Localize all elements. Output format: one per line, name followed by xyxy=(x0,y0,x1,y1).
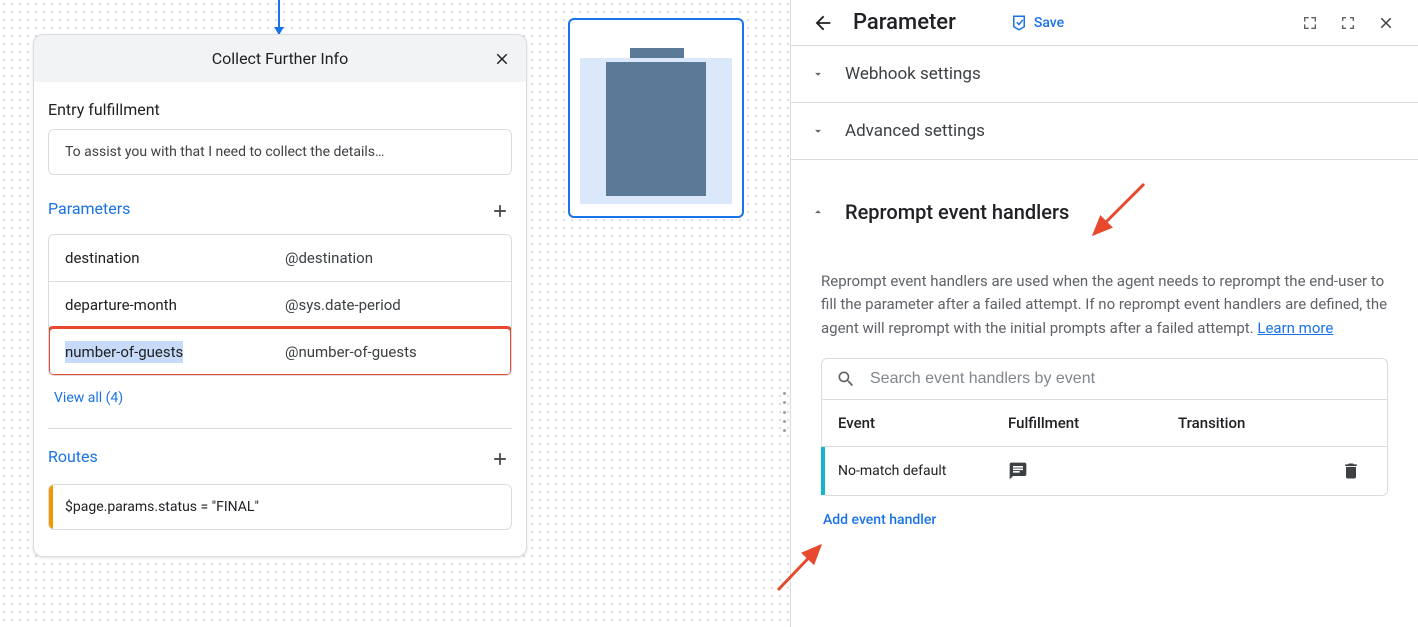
parameter-type: @destination xyxy=(285,249,373,267)
chevron-up-icon xyxy=(811,205,829,219)
route-row[interactable]: $page.params.status = "FINAL" xyxy=(49,485,511,529)
add-route-button[interactable] xyxy=(488,447,512,471)
accordion-title: Reprompt event handlers xyxy=(845,200,1069,224)
route-list: $page.params.status = "FINAL" xyxy=(48,484,512,530)
save-button[interactable]: Save xyxy=(1010,14,1064,32)
entry-fulfillment-text: To assist you with that I need to collec… xyxy=(65,144,384,160)
fulfillment-cell xyxy=(1008,461,1178,481)
plus-icon xyxy=(490,449,510,469)
entry-fulfillment-section: Entry fulfillment To assist you with tha… xyxy=(34,82,526,175)
panel-title: Parameter xyxy=(853,10,956,35)
parameter-row-selected[interactable]: number-of-guests @number-of-guests xyxy=(49,328,511,375)
flow-connector xyxy=(278,0,280,34)
panel-resize-handle[interactable] xyxy=(783,392,787,432)
plus-icon xyxy=(490,201,510,221)
parameter-panel: Parameter Save Webhook settings xyxy=(790,0,1418,627)
reprompt-accordion[interactable]: Reprompt event handlers xyxy=(791,160,1418,242)
parameter-name: destination xyxy=(65,249,285,267)
route-expression: $page.params.status = "FINAL" xyxy=(65,499,259,515)
parameters-label[interactable]: Parameters xyxy=(48,193,130,228)
page-card[interactable]: Collect Further Info Entry fulfillment T… xyxy=(33,34,527,557)
parameter-list: destination @destination departure-month… xyxy=(48,234,512,376)
save-label: Save xyxy=(1034,15,1064,31)
reprompt-description: Reprompt event handlers are used when th… xyxy=(821,250,1388,358)
trash-icon xyxy=(1341,461,1361,481)
event-name: No-match default xyxy=(838,463,1008,479)
arrow-left-icon xyxy=(812,12,834,34)
minimap[interactable] xyxy=(568,18,744,218)
close-icon xyxy=(1377,14,1395,32)
routes-label[interactable]: Routes xyxy=(48,441,98,476)
parameters-section: Parameters destination @destination depa… xyxy=(34,181,526,429)
event-handler-row[interactable]: No-match default xyxy=(822,447,1387,495)
col-transition: Transition xyxy=(1178,414,1341,432)
event-handler-table: Event Fulfillment Transition No-match de… xyxy=(821,400,1388,496)
chevron-down-icon xyxy=(811,124,829,138)
route-color-bar xyxy=(49,485,53,529)
learn-more-link[interactable]: Learn more xyxy=(1257,319,1333,337)
advanced-settings-accordion[interactable]: Advanced settings xyxy=(791,103,1418,160)
delete-handler-button[interactable] xyxy=(1341,461,1371,481)
back-button[interactable] xyxy=(811,11,835,35)
expand-icon[interactable] xyxy=(1298,11,1322,35)
close-icon[interactable] xyxy=(490,47,514,71)
chevron-down-icon xyxy=(811,67,829,81)
flow-canvas[interactable]: Collect Further Info Entry fulfillment T… xyxy=(0,0,790,627)
panel-body: Webhook settings Advanced settings Repro… xyxy=(791,46,1418,544)
event-handler-search[interactable] xyxy=(821,358,1388,400)
close-panel-button[interactable] xyxy=(1374,11,1398,35)
search-icon xyxy=(836,369,856,389)
parameter-name: departure-month xyxy=(65,296,285,314)
parameter-row[interactable]: departure-month @sys.date-period xyxy=(49,281,511,328)
entry-fulfillment-label: Entry fulfillment xyxy=(48,94,512,129)
entry-fulfillment-box[interactable]: To assist you with that I need to collec… xyxy=(48,129,512,175)
webhook-settings-accordion[interactable]: Webhook settings xyxy=(791,46,1418,103)
parameter-name: number-of-guests xyxy=(65,343,285,361)
minimap-shape xyxy=(606,62,706,196)
active-indicator xyxy=(821,447,825,495)
reprompt-section: Reprompt event handlers are used when th… xyxy=(791,242,1418,544)
parameter-type: @sys.date-period xyxy=(285,296,401,314)
save-icon xyxy=(1010,14,1028,32)
page-title: Collect Further Info xyxy=(212,49,348,68)
message-icon xyxy=(1008,461,1028,481)
table-header: Event Fulfillment Transition xyxy=(822,400,1387,447)
parameter-row[interactable]: destination @destination xyxy=(49,235,511,281)
col-event: Event xyxy=(838,414,1008,432)
routes-section: Routes $page.params.status = "FINAL" xyxy=(34,429,526,556)
parameter-type: @number-of-guests xyxy=(285,343,417,361)
view-all-link[interactable]: View all (4) xyxy=(48,376,129,422)
accordion-title: Advanced settings xyxy=(845,121,985,141)
col-fulfillment: Fulfillment xyxy=(1008,414,1178,432)
accordion-title: Webhook settings xyxy=(845,64,981,84)
collapse-icon[interactable] xyxy=(1336,11,1360,35)
page-card-header: Collect Further Info xyxy=(34,35,526,82)
add-parameter-button[interactable] xyxy=(488,199,512,223)
add-event-handler-button[interactable]: Add event handler xyxy=(821,496,938,544)
search-input[interactable] xyxy=(870,370,1373,388)
panel-header: Parameter Save xyxy=(791,0,1418,46)
